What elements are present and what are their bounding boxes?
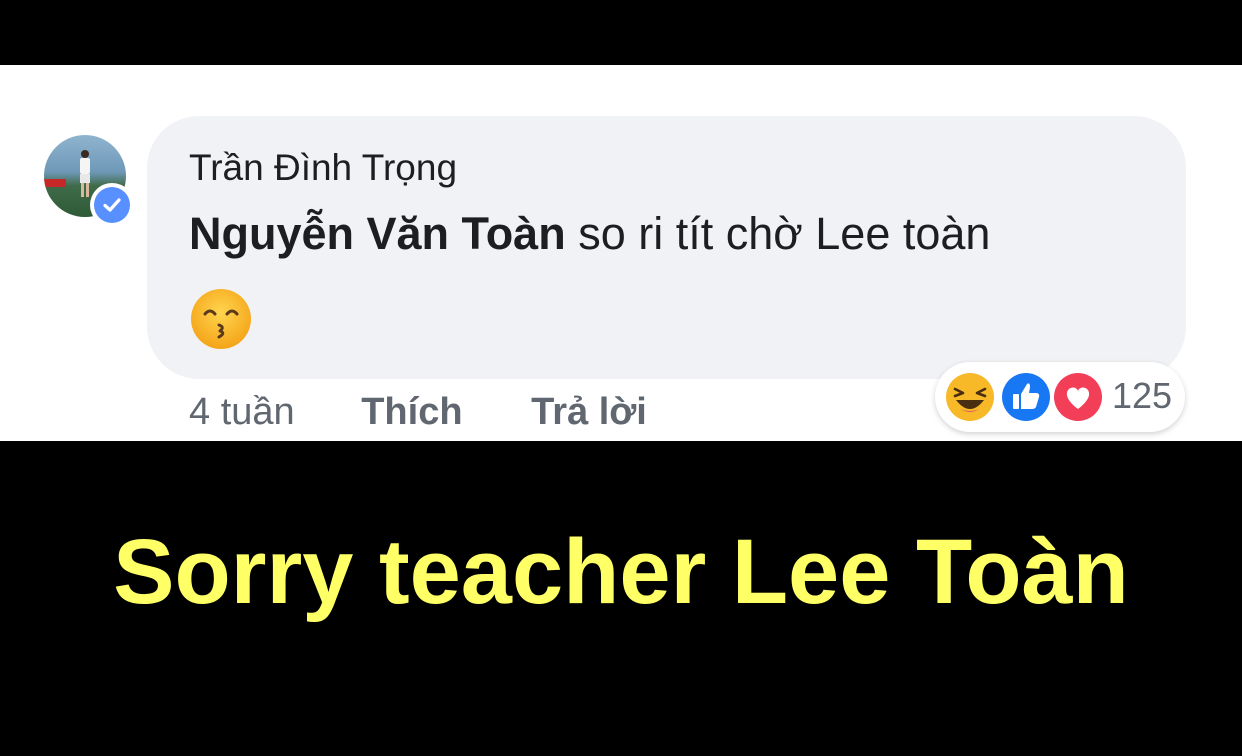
reactions-summary[interactable]: 125 <box>935 362 1185 432</box>
love-icon <box>1051 370 1105 424</box>
comment-panel: Trần Đình Trọng Nguyễn Văn Toàn so ri tí… <box>0 65 1242 441</box>
checkmark-icon <box>103 198 121 212</box>
verified-badge-icon <box>90 183 134 227</box>
player-figure-icon <box>80 150 90 197</box>
top-black-bar <box>0 0 1242 65</box>
avatar-banner <box>44 179 66 187</box>
comment-author-name[interactable]: Trần Đình Trọng <box>189 147 457 189</box>
reply-button[interactable]: Trả lời <box>531 391 647 434</box>
caption-text: Sorry teacher Lee Toàn <box>113 521 1129 623</box>
kissing-face-emoji-icon <box>191 289 251 349</box>
reaction-count: 125 <box>1112 375 1173 416</box>
comment-body: so ri tít chờ Lee toàn <box>565 208 991 259</box>
mention-link[interactable]: Nguyễn Văn Toàn <box>189 208 566 259</box>
comment-actions: 4 tuần Thích Trả lời <box>189 391 647 434</box>
like-button[interactable]: Thích <box>361 391 462 434</box>
like-icon <box>999 370 1053 424</box>
comment-text: Nguyễn Văn Toàn so ri tít chờ Lee toàn <box>189 208 990 260</box>
comment-timestamp[interactable]: 4 tuần <box>189 391 295 434</box>
laughing-face-icon <box>943 370 997 424</box>
page: Trần Đình Trọng Nguyễn Văn Toàn so ri tí… <box>0 0 1242 756</box>
